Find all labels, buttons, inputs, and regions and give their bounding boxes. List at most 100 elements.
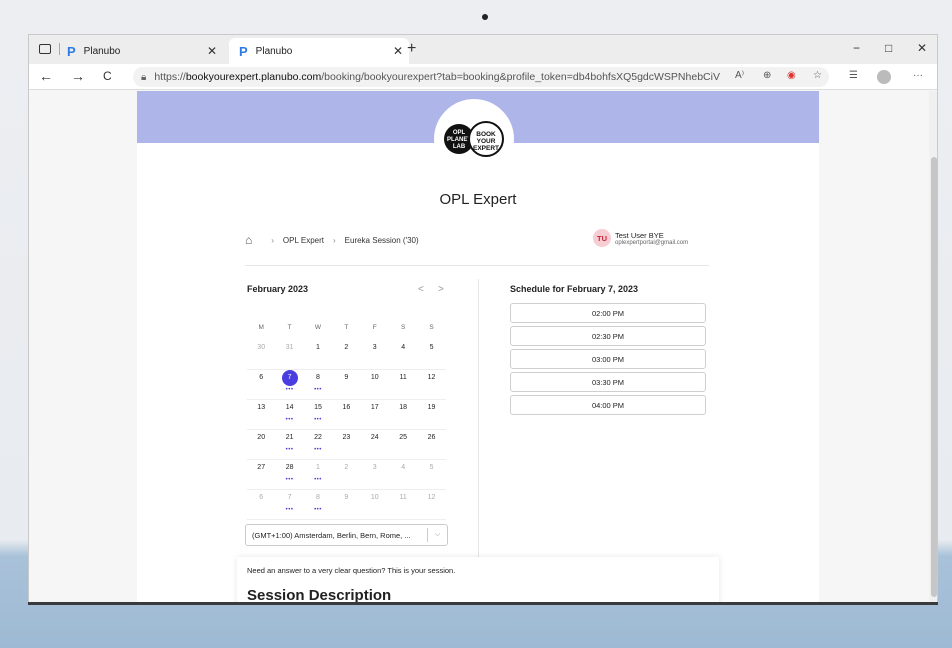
more-icon[interactable]: ··· xyxy=(913,70,923,81)
calendar-day[interactable]: 14 ••• xyxy=(275,400,303,429)
tab-planubo-1[interactable]: P Planubo ✕ xyxy=(63,38,257,64)
day-number: 31 xyxy=(285,344,294,351)
calendar-day[interactable]: 6 xyxy=(247,370,275,399)
chevron-right-icon: › xyxy=(271,235,274,245)
close-tab-icon[interactable]: ✕ xyxy=(393,44,403,58)
calendar-day[interactable]: 1 xyxy=(304,340,332,369)
day-number: 2 xyxy=(344,344,349,351)
calendar-day[interactable]: 12 xyxy=(417,370,445,399)
extension-icon[interactable]: ◉ xyxy=(787,70,796,81)
url-host: bookyourexpert.planubo.com xyxy=(185,71,322,83)
time-slot-button[interactable]: 02:30 PM xyxy=(510,326,706,346)
breadcrumb-opl-expert[interactable]: OPL Expert xyxy=(283,236,324,245)
forward-button[interactable]: → xyxy=(71,68,85,84)
day-number: 3 xyxy=(372,464,377,471)
calendar-day[interactable]: 2 xyxy=(332,340,360,369)
calendar-day[interactable]: 3 xyxy=(361,340,389,369)
calendar-day[interactable]: 24 xyxy=(361,430,389,459)
availability-dots: ••• xyxy=(314,387,322,393)
zoom-icon[interactable]: ⊕ xyxy=(763,70,771,81)
calendar-day-selected[interactable]: 7 ••• xyxy=(275,370,303,399)
tab-planubo-2[interactable]: P Planubo ✕ xyxy=(229,38,409,64)
time-slot-button[interactable]: 03:00 PM xyxy=(510,349,706,369)
tab-actions-icon[interactable] xyxy=(39,44,51,54)
calendar-day[interactable]: 10 xyxy=(361,370,389,399)
maximize-button[interactable]: □ xyxy=(885,41,892,55)
calendar-day[interactable]: 3 xyxy=(361,460,389,489)
timezone-select[interactable]: (GMT+1:00) Amsterdam, Berlin, Bern, Rome… xyxy=(245,524,448,546)
calendar-day[interactable]: 5 xyxy=(417,340,445,369)
time-slot-button[interactable]: 03:30 PM xyxy=(510,372,706,392)
reload-button[interactable]: C xyxy=(103,69,112,83)
calendar-day[interactable]: 17 xyxy=(361,400,389,429)
session-description-card: Need an answer to a very clear question?… xyxy=(237,557,719,603)
laptop-bezel xyxy=(28,602,938,605)
read-aloud-icon[interactable]: A⁾ xyxy=(735,70,744,81)
calendar-day[interactable]: 9 xyxy=(332,490,360,519)
prev-month-button[interactable]: < xyxy=(418,284,424,295)
url-path: /booking/bookyourexpert?tab=booking&prof… xyxy=(321,71,720,83)
calendar-day[interactable]: 18 xyxy=(389,400,417,429)
column-divider xyxy=(478,279,479,557)
close-window-button[interactable]: ✕ xyxy=(917,41,927,55)
breadcrumb-eureka-session[interactable]: Eureka Session ('30) xyxy=(345,236,419,245)
calendar-day[interactable]: 9 xyxy=(332,370,360,399)
calendar-day[interactable]: 12 xyxy=(417,490,445,519)
calendar-day[interactable]: 23 xyxy=(332,430,360,459)
day-number: 17 xyxy=(370,404,379,411)
calendar-day[interactable]: 21 ••• xyxy=(275,430,303,459)
calendar-day[interactable]: 15 ••• xyxy=(304,400,332,429)
day-number: 7 xyxy=(281,370,298,386)
calendar-day[interactable]: 26 xyxy=(417,430,445,459)
day-number: 22 xyxy=(314,434,322,441)
divider xyxy=(245,265,709,266)
calendar-day[interactable]: 4 xyxy=(389,460,417,489)
availability-dots: ••• xyxy=(314,507,322,513)
profile-icon[interactable] xyxy=(877,70,891,84)
calendar-day[interactable]: 5 xyxy=(417,460,445,489)
calendar-day[interactable]: 7 ••• xyxy=(275,490,303,519)
time-slot-button[interactable]: 04:00 PM xyxy=(510,395,706,415)
page-scrollbar[interactable] xyxy=(929,91,937,603)
calendar-day[interactable]: 25 xyxy=(389,430,417,459)
day-number: 9 xyxy=(344,374,349,381)
calendar-day[interactable]: 22 ••• xyxy=(304,430,332,459)
calendar-day[interactable]: 8 ••• xyxy=(304,370,332,399)
calendar-day[interactable]: 11 xyxy=(389,370,417,399)
new-tab-button[interactable]: + xyxy=(407,40,416,58)
back-button[interactable]: ← xyxy=(39,68,53,84)
calendar-day[interactable]: 31 xyxy=(275,340,303,369)
calendar-week: 27 28 ••• 1 ••• 2 3 4 5 xyxy=(247,460,446,490)
close-tab-icon[interactable]: ✕ xyxy=(207,44,217,58)
calendar-day[interactable]: 30 xyxy=(247,340,275,369)
favorite-add-icon[interactable]: ☆ xyxy=(813,70,822,81)
url-field[interactable]: 🔒︎ https://bookyourexpert.planubo.com/bo… xyxy=(133,67,829,87)
day-number: 9 xyxy=(344,494,349,501)
weekday-label: T xyxy=(287,324,292,331)
calendar-day[interactable]: 13 xyxy=(247,400,275,429)
calendar-day[interactable]: 16 xyxy=(332,400,360,429)
scrollbar-thumb[interactable] xyxy=(931,157,937,597)
next-month-button[interactable]: > xyxy=(438,284,444,295)
calendar-day[interactable]: 6 xyxy=(247,490,275,519)
calendar-day[interactable]: 10 xyxy=(361,490,389,519)
calendar-day[interactable]: 1 ••• xyxy=(304,460,332,489)
day-number: 1 xyxy=(316,464,320,471)
chevron-down-icon[interactable]: ⌵ xyxy=(427,528,447,542)
calendar-day[interactable]: 19 xyxy=(417,400,445,429)
user-info[interactable]: TU Test User BYE oplexpertportal@gmail.c… xyxy=(593,229,688,247)
calendar-week: 13 14 ••• 15 ••• 16 17 18 19 xyxy=(247,400,446,430)
home-icon[interactable]: ⌂ xyxy=(245,233,252,247)
calendar-day[interactable]: 20 xyxy=(247,430,275,459)
calendar-day[interactable]: 8 ••• xyxy=(304,490,332,519)
time-slot-button[interactable]: 02:00 PM xyxy=(510,303,706,323)
calendar-day[interactable]: 28 ••• xyxy=(275,460,303,489)
favorites-icon[interactable]: ☰ xyxy=(849,70,858,81)
calendar-day[interactable]: 11 xyxy=(389,490,417,519)
availability-dots: ••• xyxy=(285,507,294,513)
day-number: 23 xyxy=(342,434,351,441)
calendar-day[interactable]: 27 xyxy=(247,460,275,489)
minimize-button[interactable]: − xyxy=(853,41,860,55)
calendar-day[interactable]: 4 xyxy=(389,340,417,369)
calendar-day[interactable]: 2 xyxy=(332,460,360,489)
